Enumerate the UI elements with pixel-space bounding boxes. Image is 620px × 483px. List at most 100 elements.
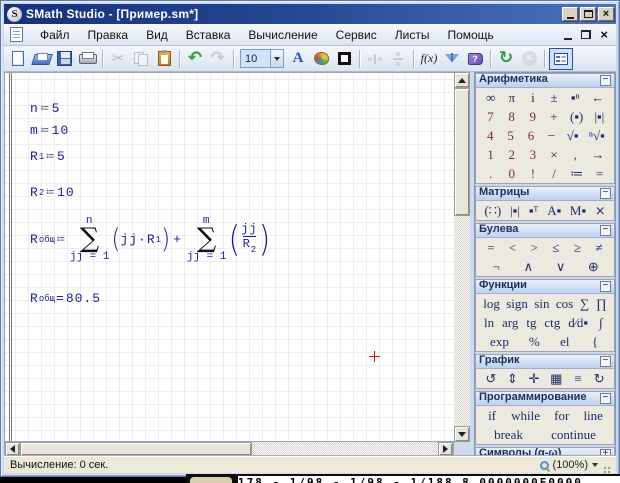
palette-button[interactable]: continue [549,426,598,443]
section-header[interactable]: Арифметика − [476,74,614,88]
worksheet-canvas[interactable]: n≔5 m≔10 R1≔5 R2≔10 Rобщ ≔ n ∑ jj = 1 (j… [4,72,454,442]
palette-button[interactable]: ∞ [484,89,498,106]
section-header[interactable]: Матрицы − [476,187,614,201]
maximize-button[interactable] [580,7,596,21]
palette-button[interactable]: line [581,407,605,424]
menu-service[interactable]: Сервис [327,25,386,45]
palette-button[interactable]: % [527,333,542,350]
palette-button[interactable]: 8 [505,108,519,125]
save-button[interactable] [53,48,75,70]
combo-dropdown-button[interactable] [270,50,283,67]
filter-button[interactable] [441,48,463,70]
palette-button[interactable]: π [505,89,519,106]
collapse-toggle-icon[interactable]: + [600,449,611,456]
palette-button[interactable]: ln [482,314,496,331]
palette-button[interactable]: . [484,165,498,182]
math-definition-R2[interactable]: R2≔10 [30,185,75,200]
palette-button[interactable]: ∧ [521,258,535,275]
paste-button[interactable] [153,48,175,70]
palette-button[interactable]: 2 [505,146,519,163]
palette-button[interactable]: A▪ [545,202,563,219]
scroll-left-button[interactable] [5,442,20,456]
side-panel-toggle-button[interactable] [549,48,573,70]
palette-button[interactable]: ! [526,165,540,182]
palette-button[interactable]: ctg [542,314,562,331]
section-header[interactable]: График − [476,355,614,369]
font-size-combo[interactable]: 10 [240,49,284,68]
close-button[interactable]: × [598,7,614,21]
reference-book-button[interactable]: ? [464,48,486,70]
palette-button[interactable]: ← [589,89,606,106]
menu-help[interactable]: Помощь [438,25,502,45]
section-header[interactable]: Функции − [476,280,614,294]
math-definition-n[interactable]: n≔5 [30,101,60,116]
palette-button[interactable]: ∨ [554,258,568,275]
palette-button[interactable]: ≡ [571,370,585,387]
palette-button[interactable]: for [552,407,571,424]
math-definition-R1[interactable]: R1≔5 [30,149,66,164]
palette-button[interactable]: ⊕ [586,258,601,275]
palette-button[interactable]: ∑ [578,295,592,312]
scroll-down-button[interactable] [454,426,470,442]
insert-function-button[interactable]: f(x) [418,48,440,70]
recalculate-button[interactable]: ↻ [495,48,517,70]
collapse-toggle-icon[interactable]: − [600,75,611,86]
palette-button[interactable]: 1 [484,146,498,163]
scroll-right-button[interactable] [438,442,453,456]
palette-button[interactable]: |▪| [592,108,606,125]
palette-button[interactable]: ▪ᵀ [527,202,541,219]
palette-button[interactable]: exp [488,333,511,350]
print-button[interactable] [76,48,98,70]
vertical-scroll-thumb[interactable] [454,88,470,216]
palette-button[interactable]: 0 [505,165,519,182]
palette-button[interactable]: × [547,146,561,163]
menu-edit[interactable]: Правка [79,25,138,45]
menu-calculation[interactable]: Вычисление [239,25,326,45]
palette-button[interactable]: ⁿ√▪ [587,127,607,144]
mdi-minimize-icon[interactable] [564,38,572,40]
scroll-up-button[interactable] [454,72,470,88]
palette-button[interactable]: ⇕ [505,370,520,387]
math-definition-m[interactable]: m≔10 [30,123,69,138]
palette-button[interactable]: / [547,165,561,182]
menu-sheets[interactable]: Листы [386,25,439,45]
vertical-scrollbar[interactable] [454,72,470,442]
palette-button[interactable]: ∫ [594,314,608,331]
palette-button[interactable]: break [492,426,525,443]
palette-button[interactable]: 4 [483,127,497,144]
palette-button[interactable]: < [505,239,519,256]
collapse-toggle-icon[interactable]: − [600,188,611,199]
palette-button[interactable]: 3 [526,146,540,163]
palette-button[interactable]: if [485,407,499,424]
palette-button[interactable]: → [589,146,606,163]
palette-button[interactable]: i [526,89,540,106]
collapse-toggle-icon[interactable]: − [600,281,611,292]
menu-view[interactable]: Вид [137,25,177,45]
section-header[interactable]: Булева − [476,224,614,238]
palette-button[interactable]: √▪ [565,127,581,144]
palette-button[interactable]: |▪| [508,202,522,219]
zoom-control[interactable]: (100%) [540,459,598,471]
collapse-toggle-icon[interactable]: − [600,356,611,367]
palette-button[interactable]: , [568,146,582,163]
palette-button[interactable]: d∕d▪ [566,314,590,331]
palette-button[interactable]: − [544,127,558,144]
font-color-button[interactable]: A [287,48,309,70]
palette-button[interactable]: ≔ [568,165,585,182]
palette-button[interactable]: ± [547,89,561,106]
math-definition-Robsh[interactable]: Rобщ ≔ n ∑ jj = 1 (jj·R1) + m ∑ jj = 1 (… [30,216,270,263]
background-color-button[interactable] [310,48,332,70]
palette-button[interactable]: 9 [526,108,540,125]
palette-button[interactable]: ≠ [592,239,606,256]
palette-button[interactable]: 6 [524,127,538,144]
interrupt-button[interactable]: × [518,48,540,70]
menu-insert[interactable]: Вставка [177,25,240,45]
cut-button[interactable]: ✂ [107,48,129,70]
palette-button[interactable]: log [481,295,502,312]
palette-button[interactable]: tg [524,314,538,331]
palette-button[interactable]: = [484,239,498,256]
palette-button[interactable]: ✛ [526,370,541,387]
palette-button[interactable]: while [509,407,542,424]
palette-button[interactable]: ↺ [483,370,498,387]
palette-button[interactable]: cos [554,295,575,312]
